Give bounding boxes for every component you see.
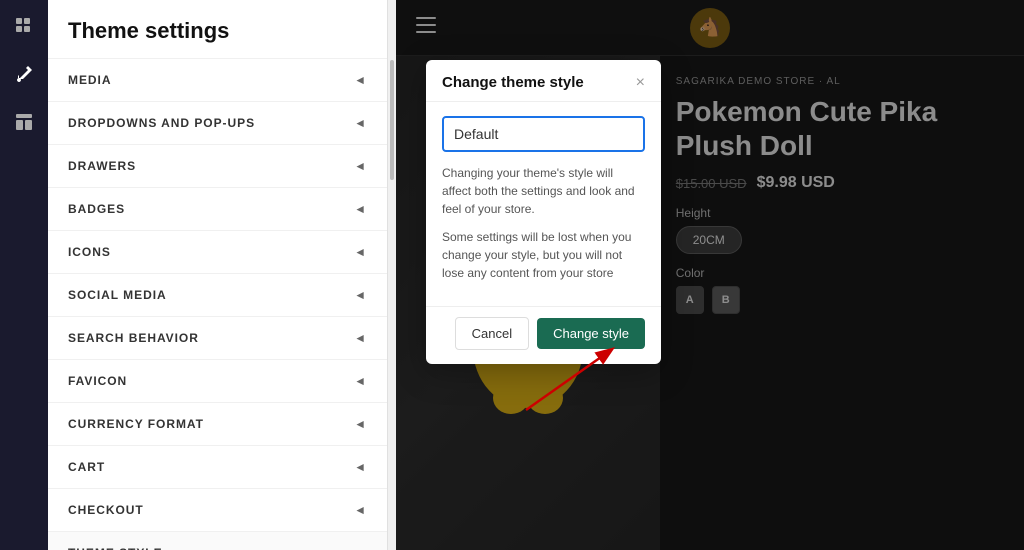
chevron-icon: ◄ [354,288,367,302]
settings-item-cart[interactable]: CART ◄ [48,446,387,489]
chevron-right-icon: ► [354,546,367,550]
layout-icon[interactable] [10,108,38,136]
settings-item-drawers[interactable]: DRAWERS ◄ [48,145,387,188]
settings-item-label: MEDIA [68,73,111,87]
modal-text-2: Some settings will be lost when you chan… [442,228,645,282]
modal-overlay: Change theme style × Default Classic Mod… [396,0,1024,550]
settings-item-label: SOCIAL MEDIA [68,288,167,302]
icon-sidebar [0,0,48,550]
modal-body: Default Classic Modern Minimal Changing … [426,102,661,306]
chevron-icon: ◄ [354,331,367,345]
modal-close-button[interactable]: × [636,75,645,91]
chevron-icon: ◄ [354,417,367,431]
chevron-icon: ◄ [354,73,367,87]
settings-item-checkout[interactable]: CHECKOUT ◄ [48,489,387,532]
chevron-icon: ◄ [354,503,367,517]
scroll-divider [388,0,396,550]
settings-item-label: CURRENCY FORMAT [68,417,204,431]
settings-item-label: CART [68,460,105,474]
settings-item-badges[interactable]: BADGES ◄ [48,188,387,231]
change-theme-modal: Change theme style × Default Classic Mod… [426,60,661,364]
modal-text-1: Changing your theme's style will affect … [442,164,645,218]
change-style-button[interactable]: Change style [537,318,645,349]
settings-item-label: CHECKOUT [68,503,144,517]
settings-list: MEDIA ◄ DROPDOWNS AND POP-UPS ◄ DRAWERS … [48,59,387,550]
chevron-icon: ◄ [354,159,367,173]
settings-item-label: ICONS [68,245,111,259]
modal-header: Change theme style × [426,60,661,102]
main-area: 🐴 [396,0,1024,550]
settings-title: Theme settings [48,0,387,59]
chevron-icon: ◄ [354,116,367,130]
settings-item-favicon[interactable]: FAVICON ◄ [48,360,387,403]
settings-item-label: FAVICON [68,374,127,388]
settings-item-media[interactable]: MEDIA ◄ [48,59,387,102]
settings-item-dropdowns[interactable]: DROPDOWNS AND POP-UPS ◄ [48,102,387,145]
settings-item-social[interactable]: SOCIAL MEDIA ◄ [48,274,387,317]
scroll-thumb[interactable] [390,60,394,180]
chevron-icon: ◄ [354,202,367,216]
chevron-icon: ◄ [354,374,367,388]
theme-style-select[interactable]: Default Classic Modern Minimal [442,116,645,152]
modal-footer: Cancel Change style [426,306,661,364]
chevron-icon: ◄ [354,245,367,259]
settings-item-icons[interactable]: ICONS ◄ [48,231,387,274]
brush-icon[interactable] [10,60,38,88]
grid-icon[interactable] [10,12,38,40]
settings-item-label: THEME STYLE [68,546,163,550]
settings-item-label: SEARCH BEHAVIOR [68,331,199,345]
settings-item-label: DROPDOWNS AND POP-UPS [68,116,255,130]
settings-item-theme-style[interactable]: THEME STYLE ► [48,532,387,550]
settings-item-search[interactable]: SEARCH BEHAVIOR ◄ [48,317,387,360]
settings-item-label: DRAWERS [68,159,136,173]
modal-title: Change theme style [442,74,584,91]
settings-sidebar: Theme settings MEDIA ◄ DROPDOWNS AND POP… [48,0,388,550]
chevron-icon: ◄ [354,460,367,474]
cancel-button[interactable]: Cancel [455,317,529,350]
settings-item-label: BADGES [68,202,125,216]
settings-item-currency[interactable]: CURRENCY FORMAT ◄ [48,403,387,446]
